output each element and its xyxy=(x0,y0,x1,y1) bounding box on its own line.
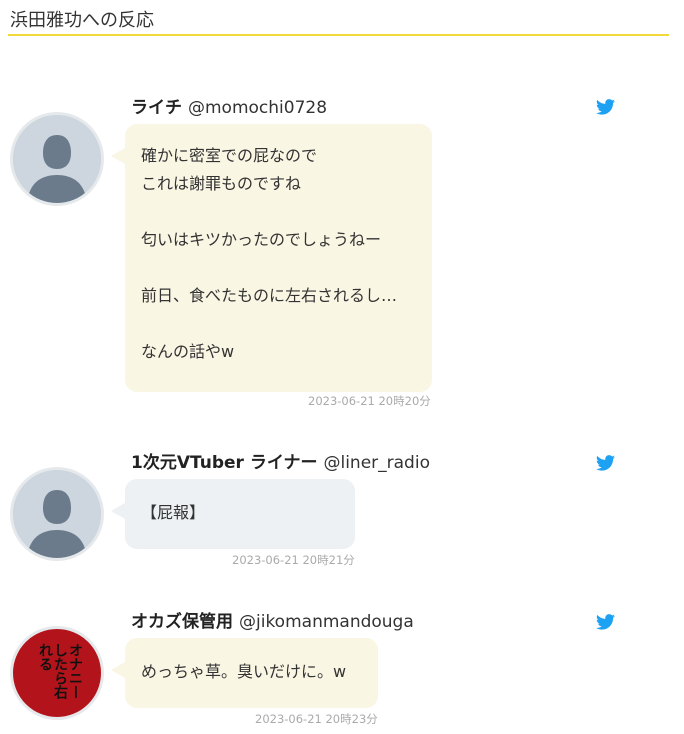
tweet-text-line: なんの話やw xyxy=(141,342,235,361)
tweet-text-line: 確かに密室での屁なので xyxy=(141,146,318,165)
section-title: 浜田雅功への反応 xyxy=(10,10,154,31)
tweet-timestamp[interactable]: 2023-06-21 20時23分 xyxy=(255,711,378,727)
user-handle[interactable]: @liner_radio xyxy=(323,453,430,473)
tweet-timestamp[interactable]: 2023-06-21 20時21分 xyxy=(232,552,355,568)
user-name[interactable]: オカズ保管用 xyxy=(131,612,233,632)
user-handle[interactable]: @momochi0728 xyxy=(188,98,327,118)
tweet-text-line: 前日、食べたものに左右されるし… xyxy=(141,286,398,305)
twitter-bird-icon[interactable] xyxy=(596,99,615,115)
tweet-text-line xyxy=(141,310,416,338)
user-line: オカズ保管用 @jikomanmandouga xyxy=(131,607,414,632)
tweet-text-line: めっちゃ草。臭いだけに。w xyxy=(141,662,347,681)
red-avatar-image[interactable]: オナニーしたら右れる xyxy=(10,626,104,720)
tweet-timestamp[interactable]: 2023-06-21 20時20分 xyxy=(308,393,431,409)
user-name[interactable]: 1次元VTuber ライナー xyxy=(131,453,317,473)
tweet-text-line xyxy=(141,198,416,226)
twitter-bird-icon[interactable] xyxy=(596,455,615,471)
tweet-text-line: これは謝罪ものですね xyxy=(141,174,302,193)
avatar-image-text: オナニーしたら右れる xyxy=(37,643,83,699)
tweet-bubble: 【屁報】 xyxy=(111,479,355,549)
user-line: 1次元VTuber ライナー @liner_radio xyxy=(131,448,430,473)
twitter-bird-icon[interactable] xyxy=(596,614,615,630)
user-avatar[interactable] xyxy=(10,112,104,206)
tweet-bubble: めっちゃ草。臭いだけに。w xyxy=(111,638,378,708)
tweet-bubble: 確かに密室での屁なので これは謝罪ものですね 匂いはキツかったのでしょうねー 前… xyxy=(111,124,432,392)
tweet-text-line: 【屁報】 xyxy=(141,503,206,522)
user-name[interactable]: ライチ xyxy=(131,98,182,118)
tweet-text-line xyxy=(141,254,416,282)
title-divider xyxy=(8,34,669,36)
user-handle[interactable]: @jikomanmandouga xyxy=(239,612,414,632)
user-avatar[interactable] xyxy=(10,467,104,561)
default-avatar-icon xyxy=(13,115,101,203)
tweet-text-line: 匂いはキツかったのでしょうねー xyxy=(141,230,382,249)
default-avatar-icon xyxy=(13,470,101,558)
user-line: ライチ @momochi0728 xyxy=(131,93,327,118)
